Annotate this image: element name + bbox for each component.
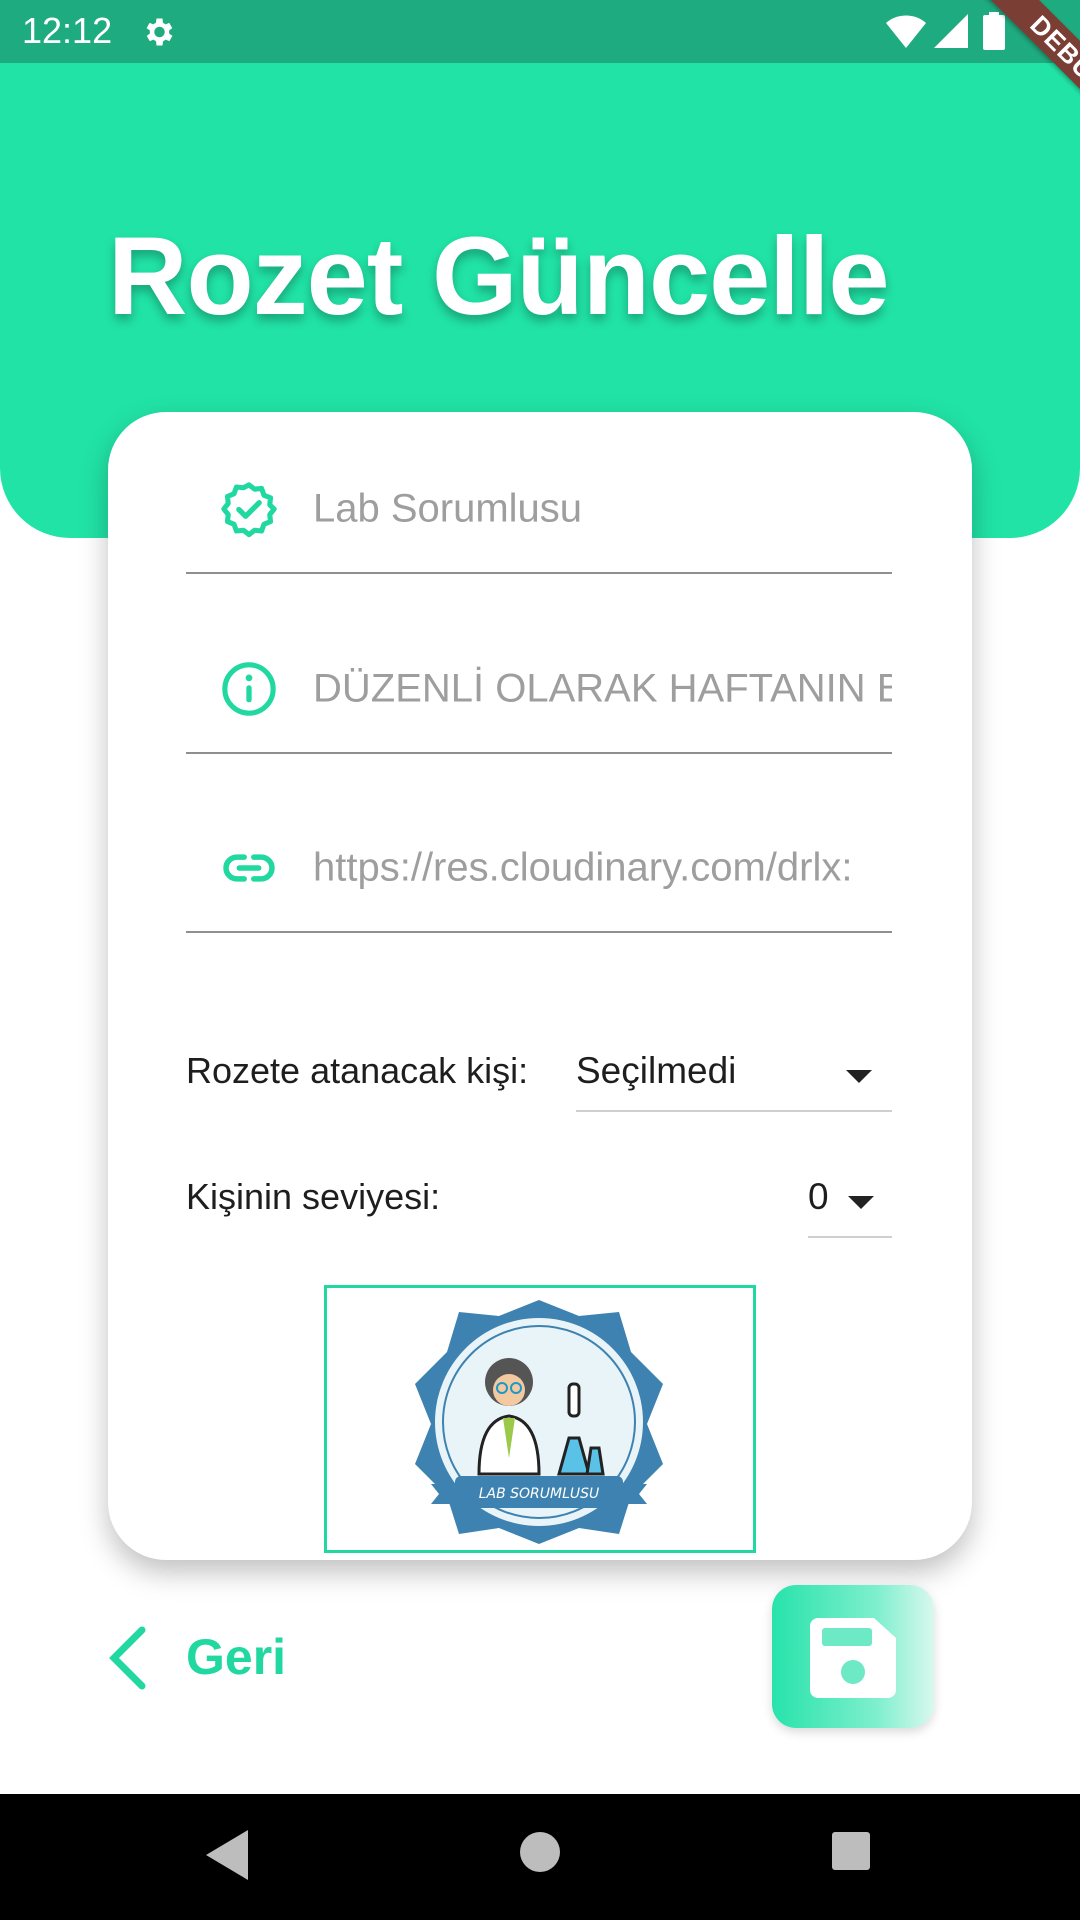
assignee-dropdown[interactable]: Seçilmedi [576, 1040, 892, 1112]
back-label: Geri [186, 1629, 287, 1685]
description-input[interactable] [313, 666, 892, 712]
chevron-left-icon [109, 1626, 146, 1690]
nav-home-icon[interactable] [520, 1832, 560, 1872]
navigation-bar [0, 1794, 1080, 1920]
info-icon [222, 662, 276, 716]
assignee-selected-value: Seçilmedi [576, 1050, 737, 1091]
status-bar: 12:12 [0, 0, 1080, 63]
lab-badge-image: LAB SORUMLUSU [415, 1300, 663, 1544]
verified-badge-icon [221, 482, 277, 538]
save-icon [810, 1618, 896, 1698]
page-title: Rozet Güncelle [108, 215, 890, 338]
level-dropdown[interactable]: 0 [808, 1166, 892, 1238]
dropdown-arrow-icon [846, 1070, 872, 1083]
link-icon [223, 854, 275, 882]
level-label: Kişinin seviyesi: [186, 1176, 441, 1217]
form-card: Rozete atanacak kişi: Seçilmedi Kişinin … [108, 412, 972, 1560]
image-url-input[interactable] [313, 845, 892, 891]
badge-name-field [186, 446, 892, 574]
wifi-icon [886, 15, 926, 48]
nav-recents-icon[interactable] [832, 1832, 870, 1870]
nav-back-icon[interactable] [206, 1830, 248, 1880]
save-button[interactable] [772, 1585, 934, 1728]
level-selected-value: 0 [808, 1176, 829, 1217]
battery-icon [983, 12, 1005, 50]
image-url-field [186, 805, 892, 933]
back-button[interactable]: Geri [106, 1622, 306, 1692]
dropdown-arrow-icon [848, 1196, 874, 1209]
description-field [186, 626, 892, 754]
badge-preview: LAB SORUMLUSU [324, 1285, 756, 1553]
gear-icon [146, 18, 173, 46]
status-time: 12:12 [22, 10, 113, 51]
badge-name-input[interactable] [313, 486, 892, 532]
assignee-label: Rozete atanacak kişi: [186, 1050, 529, 1091]
badge-caption: LAB SORUMLUSU [479, 1486, 600, 1502]
signal-icon [934, 14, 968, 48]
